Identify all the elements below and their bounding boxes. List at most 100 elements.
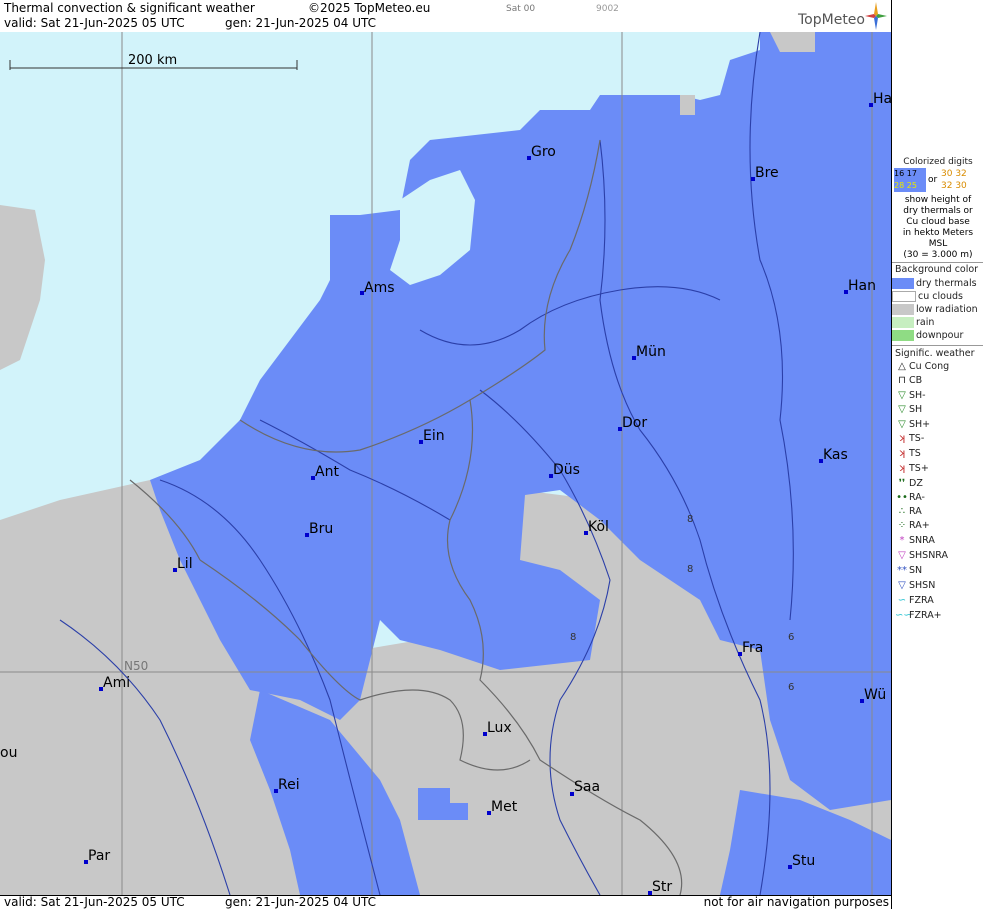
svg-text:Gro: Gro (531, 144, 556, 160)
sig-sh-plus: ▽ SH+ (895, 419, 930, 431)
svg-text:Bre: Bre (755, 165, 779, 181)
thermal-digit: 6 (788, 632, 794, 643)
city-ams: Ams (360, 280, 395, 296)
sig-shsn: ▽ SHSN (895, 580, 935, 592)
city-ami: Ami (99, 675, 130, 691)
svg-text:Han: Han (848, 278, 876, 294)
bg-item-rain: rain (892, 317, 934, 329)
low-radiation-patch-nw (680, 95, 695, 115)
rain-icon: ∴ (898, 506, 906, 517)
snow-rain-icon: * (899, 535, 905, 546)
footer-bar: valid: Sat 21-Jun-2025 05 UTC gen: 21-Ju… (0, 895, 891, 910)
sig-cb: ⊓ CB (895, 375, 922, 387)
cu-cong-icon: △ (898, 361, 906, 372)
valid-time: valid: Sat 21-Jun-2025 05 UTC (4, 16, 185, 30)
topmeteo-logo: TopMeteo (798, 12, 865, 28)
shower-light-icon: ▽ (898, 390, 906, 401)
city-han: Han (844, 278, 876, 294)
svg-text:Saa: Saa (574, 779, 600, 795)
svg-text:Met: Met (491, 799, 518, 815)
city-wu: Wü (860, 687, 886, 703)
svg-text:Wü: Wü (864, 687, 886, 703)
header-bar: Thermal convection & significant weather… (0, 0, 891, 33)
svg-text:Lux: Lux (487, 720, 512, 736)
city-gro: Gro (527, 144, 556, 160)
svg-text:Kas: Kas (823, 447, 848, 463)
background-legend-title: Background color (895, 264, 979, 275)
sig-sh-minus: ▽ SH- (895, 390, 925, 402)
rain-heavy-icon: ⁘ (897, 520, 907, 531)
thermal-digit: 8 (687, 564, 693, 575)
digits-legend-title: Colorized digits (903, 157, 973, 167)
compass-logo-icon (865, 2, 887, 30)
sig-dz: ❜❜ DZ (895, 478, 923, 490)
thunder-icon: ʞ (898, 448, 906, 459)
rain-light-icon: •• (896, 492, 908, 503)
city-mun: Mün (632, 344, 666, 360)
city-str: Str (648, 879, 672, 895)
map-title: Thermal convection & significant weather (4, 1, 255, 15)
city-par: Par (84, 848, 110, 864)
sig-ra-minus: ••RA- (896, 492, 925, 503)
sig-ts: ʞ TS (895, 448, 921, 460)
sig-shsnra: ▽ SHSNRA (895, 550, 948, 562)
sig-ra-plus: ⁘ RA+ (895, 520, 930, 532)
svg-text:Lil: Lil (177, 556, 193, 572)
city-ant: Ant (311, 464, 339, 480)
sig-snra: * SNRA (895, 535, 935, 547)
sig-weather-legend-title: Signific. weather (895, 348, 975, 359)
snow-icon: ** (897, 565, 907, 576)
city-met: Met (487, 799, 518, 815)
bg-item-cu-clouds: cu clouds (892, 291, 963, 303)
svg-text:ou: ou (0, 745, 17, 761)
city-bre: Bre (751, 165, 779, 181)
thunder-light-icon: ʞ (898, 433, 906, 444)
snow-shower-icon: ▽ (898, 580, 906, 591)
sig-ts-plus: ʞ TS+ (895, 463, 929, 475)
disclaimer: not for air navigation purposes (703, 895, 889, 909)
city-dus: Düs (549, 462, 580, 478)
svg-text:Ami: Ami (103, 675, 130, 691)
svg-text:Str: Str (652, 879, 672, 895)
sig-fzra: ∽ FZRA (895, 595, 934, 607)
city-ou: ou (0, 745, 17, 761)
svg-text:Par: Par (88, 848, 110, 864)
latitude-label: N50 (124, 659, 148, 673)
svg-text:Dor: Dor (622, 415, 647, 431)
freezing-rain-heavy-icon: ∽∽ (895, 610, 912, 621)
city-kol: Köl (584, 519, 609, 535)
bg-item-dry-thermals: dry thermals (892, 278, 977, 290)
weather-map[interactable]: N50 200 km 8 8 8 6 6 Ha Gro Bre Ams Han … (0, 32, 891, 895)
city-stu: Stu (788, 853, 815, 869)
snow-rain-shower-icon: ▽ (898, 550, 906, 561)
digits-legend-text: show height of dry thermals or Cu cloud … (902, 195, 974, 260)
sig-fzra-plus: ∽∽FZRA+ (895, 610, 942, 621)
svg-text:Fra: Fra (742, 640, 763, 656)
scale-label: 200 km (128, 53, 177, 68)
svg-text:Köl: Köl (588, 519, 609, 535)
sig-sn: ** SN (897, 565, 923, 576)
svg-text:Düs: Düs (553, 462, 580, 478)
svg-text:Ams: Ams (364, 280, 395, 296)
svg-text:Mün: Mün (636, 344, 666, 360)
thermal-digit: 8 (687, 514, 693, 525)
city-ha: Ha (869, 91, 891, 107)
shower-heavy-icon: ▽ (898, 419, 906, 430)
digit-or: or (928, 175, 938, 185)
thunder-heavy-icon: ʞ (898, 463, 906, 474)
cb-icon: ⊓ (898, 375, 906, 386)
code-label: 9002 (596, 4, 619, 14)
city-kas: Kas (819, 447, 848, 463)
freezing-rain-icon: ∽ (897, 595, 907, 606)
sig-ra: ∴ RA (895, 506, 922, 518)
city-rei: Rei (274, 777, 300, 793)
city-bru: Bru (305, 521, 333, 537)
bg-item-low-radiation: low radiation (892, 304, 978, 316)
digit-sample-white: 30 32 32 30 (941, 169, 967, 191)
footer-gen-time: gen: 21-Jun-2025 04 UTC (225, 895, 377, 909)
sig-cu-cong: △ Cu Cong (895, 361, 949, 373)
city-lux: Lux (483, 720, 512, 736)
gen-time: gen: 21-Jun-2025 04 UTC (225, 16, 377, 30)
city-ein: Ein (419, 428, 445, 444)
thermal-digit: 6 (788, 682, 794, 693)
